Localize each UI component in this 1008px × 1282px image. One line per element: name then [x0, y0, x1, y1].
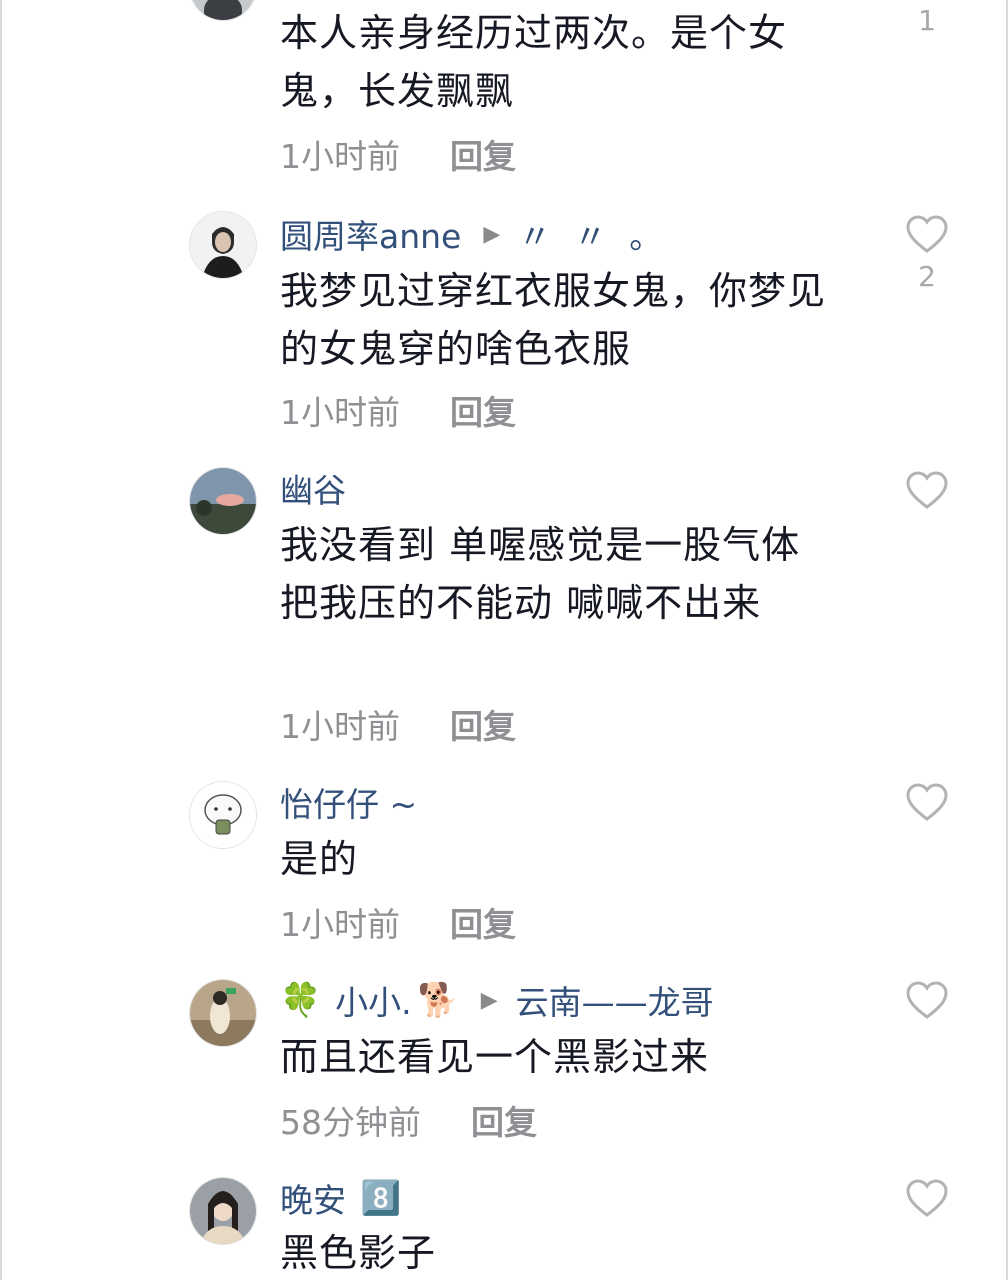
comment-meta: 58分钟前 回复 [280, 1097, 537, 1143]
heart-outline-icon [906, 215, 948, 253]
username[interactable]: 小小. [335, 976, 412, 1024]
like-button[interactable] [904, 470, 950, 510]
heart-outline-icon [906, 981, 948, 1019]
like-button[interactable] [904, 980, 950, 1020]
comment-meta: 1小时前 回复 [280, 387, 516, 433]
reply-to-username[interactable]: 云南——龙哥 [516, 976, 714, 1024]
avatar[interactable] [190, 782, 256, 848]
comment-header: 怡仔仔 ~ [280, 780, 417, 824]
play-triangle-icon: ▶ [480, 987, 498, 1013]
reply-button[interactable]: 回复 [450, 130, 516, 178]
dog-emoji: 🐕 [417, 980, 459, 1019]
heart-outline-icon [906, 783, 948, 821]
comment-time: 1小时前 [280, 707, 400, 746]
screen-frame [0, 0, 1008, 1280]
reply-button[interactable]: 回复 [450, 700, 516, 748]
like-count: 1 [918, 4, 936, 37]
heart-outline-icon [906, 1179, 948, 1217]
comment-time: 1小时前 [280, 137, 400, 176]
reply-button[interactable]: 回复 [450, 898, 516, 946]
comment-time: 1小时前 [280, 905, 400, 944]
number-badge: 8️⃣ [360, 1178, 402, 1217]
reply-to-username[interactable]: 〃 〃 。 [518, 210, 668, 258]
reply-button[interactable]: 回复 [450, 386, 516, 434]
comment-meta: 1小时前 回复 [280, 701, 516, 747]
comment-text: 我没看到 单喔感觉是一股气体 把我压的不能动 喊喊不出来 [280, 523, 801, 625]
comment-time: 58分钟前 [280, 1103, 421, 1142]
avatar[interactable] [190, 1178, 256, 1244]
like-button[interactable] [904, 1178, 950, 1218]
avatar[interactable] [190, 980, 256, 1046]
like-button[interactable]: 2 [904, 214, 950, 293]
comment-text: 是的 [280, 837, 359, 881]
avatar[interactable] [190, 212, 256, 278]
reply-button[interactable]: 回复 [471, 1096, 537, 1144]
comment-header: 晚安 8️⃣ [280, 1176, 401, 1220]
comment-text: 本人亲身经历过两次。是个女鬼，长发飘飘 [280, 11, 788, 113]
comment-meta: 1小时前 回复 [280, 131, 516, 177]
comment-header: 🍀 小小. 🐕 ▶ 云南——龙哥 [280, 978, 714, 1022]
comment-text: 黑色影子 [280, 1231, 437, 1275]
like-button[interactable] [904, 782, 950, 822]
username[interactable]: 幽谷 [280, 464, 346, 512]
play-triangle-icon: ▶ [483, 221, 501, 247]
comment-text: 而且还看见一个黑影过来 [280, 1035, 710, 1079]
like-button[interactable]: 1 [904, 0, 950, 37]
username[interactable]: 圆周率anne [280, 210, 461, 258]
comment-meta: 1小时前 回复 [280, 899, 516, 945]
clover-emoji: 🍀 [280, 980, 322, 1019]
username[interactable]: 怡仔仔 ~ [280, 778, 417, 826]
comment-header: 幽谷 [280, 466, 346, 510]
comment-time: 1小时前 [280, 393, 400, 432]
username[interactable]: 晚安 [280, 1174, 346, 1222]
comment-text: 我梦见过穿红衣服女鬼，你梦见的女鬼穿的啥色衣服 [280, 269, 827, 371]
comment-header: 圆周率anne ▶ 〃 〃 。 [280, 212, 668, 256]
avatar[interactable] [190, 468, 256, 534]
like-count: 2 [918, 260, 936, 293]
heart-outline-icon [906, 471, 948, 509]
avatar[interactable] [190, 0, 256, 20]
